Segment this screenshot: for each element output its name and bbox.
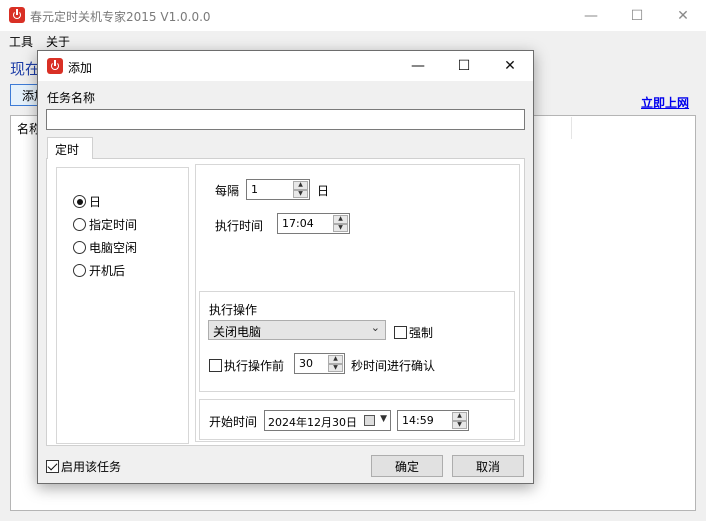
interval-value: 1: [251, 183, 258, 196]
main-window-title: 春元定时关机专家2015 V1.0.0.0: [30, 10, 211, 24]
start-time-picker[interactable]: 14:59 ▲ ▼: [397, 410, 469, 431]
stepper-buttons[interactable]: ▲ ▼: [328, 355, 343, 372]
power-app-icon: [9, 7, 25, 23]
start-time-group: 开始时间 2024年12月30日 ▼ 14:59 ▲ ▼: [199, 399, 515, 440]
confirm-before-label: 执行操作前: [224, 359, 285, 373]
interval-unit: 日: [317, 184, 330, 198]
radio-dot-icon[interactable]: [73, 264, 86, 277]
start-date-value: 2024年12月30日: [268, 416, 357, 429]
timer-tab-panel: 日 指定时间 电脑空闲 开机后 每隔 1 ▲ ▼ 日 执行时间 17:04 ▲ …: [46, 158, 525, 446]
minimize-icon[interactable]: —: [395, 51, 441, 81]
force-checkbox[interactable]: [394, 326, 407, 339]
interval-stepper[interactable]: 1 ▲ ▼: [246, 179, 310, 200]
radio-specific-time[interactable]: 指定时间: [73, 216, 137, 233]
close-icon[interactable]: ✕: [660, 0, 706, 31]
radio-idle[interactable]: 电脑空闲: [73, 239, 137, 256]
radio-daily[interactable]: 日: [73, 193, 101, 210]
radio-after-boot[interactable]: 开机后: [73, 262, 125, 279]
menu-about[interactable]: 关于: [46, 33, 70, 50]
down-arrow-icon[interactable]: ▼: [333, 223, 348, 232]
exec-time-picker[interactable]: 17:04 ▲ ▼: [277, 213, 350, 234]
calendar-icon[interactable]: [364, 415, 375, 426]
enable-task-checkbox[interactable]: [46, 460, 59, 473]
down-arrow-icon[interactable]: ▼: [293, 189, 308, 198]
confirm-before-checkbox[interactable]: [209, 359, 222, 372]
start-time-label: 开始时间: [209, 415, 258, 429]
enable-task-checkbox-row[interactable]: 启用该任务: [46, 458, 121, 475]
radio-dot-icon[interactable]: [73, 241, 86, 254]
stepper-buttons[interactable]: ▲ ▼: [452, 412, 467, 429]
frequency-group: 日 指定时间 电脑空闲 开机后: [56, 167, 189, 444]
ok-button[interactable]: 确定: [371, 455, 443, 477]
up-arrow-icon[interactable]: ▲: [452, 412, 467, 421]
add-task-dialog: 添加 — ☐ ✕ 任务名称 定时 日 指定时间 电脑空闲 开机后 每隔 1 ▲ …: [37, 50, 534, 484]
force-checkbox-row[interactable]: 强制: [394, 324, 433, 341]
start-time-value: 14:59: [402, 414, 434, 427]
up-arrow-icon[interactable]: ▲: [333, 215, 348, 224]
confirm-suffix: 秒时间进行确认: [351, 359, 436, 373]
radio-label: 指定时间: [89, 218, 138, 232]
radio-dot-icon[interactable]: [73, 195, 86, 208]
radio-label: 电脑空闲: [89, 241, 138, 255]
stepper-buttons[interactable]: ▲ ▼: [293, 181, 308, 198]
action-group: 执行操作 关闭电脑 ⌄ 强制 执行操作前 30 ▲ ▼ 秒时间进行确认: [199, 291, 515, 392]
radio-label: 开机后: [89, 264, 126, 278]
action-select[interactable]: 关闭电脑 ⌄: [208, 320, 386, 340]
radio-label: 日: [89, 195, 102, 209]
current-time-heading: 现在: [10, 60, 41, 78]
close-icon[interactable]: ✕: [487, 51, 533, 81]
confirm-seconds-stepper[interactable]: 30 ▲ ▼: [294, 353, 345, 374]
confirm-before-checkbox-row[interactable]: 执行操作前: [209, 357, 284, 374]
stepper-buttons[interactable]: ▲ ▼: [333, 215, 348, 232]
up-arrow-icon[interactable]: ▲: [293, 181, 308, 190]
exec-time-value: 17:04: [282, 217, 314, 230]
action-group-label: 执行操作: [209, 303, 258, 317]
force-label: 强制: [409, 326, 434, 340]
confirm-seconds-value: 30: [299, 357, 313, 370]
task-name-input[interactable]: [46, 109, 525, 130]
column-separator: [571, 117, 572, 139]
go-online-link[interactable]: 立即上网: [641, 94, 689, 111]
task-name-label: 任务名称: [47, 91, 96, 105]
maximize-icon[interactable]: ☐: [614, 0, 660, 31]
main-title-bar: 春元定时关机专家2015 V1.0.0.0 — ☐ ✕: [0, 0, 706, 31]
start-date-picker[interactable]: 2024年12月30日 ▼: [264, 410, 391, 431]
interval-label: 每隔: [215, 184, 240, 198]
cancel-button[interactable]: 取消: [452, 455, 524, 477]
menu-tools[interactable]: 工具: [9, 33, 33, 50]
down-arrow-icon[interactable]: ▼: [328, 363, 343, 372]
tab-timer[interactable]: 定时: [47, 137, 93, 159]
up-arrow-icon[interactable]: ▲: [328, 355, 343, 364]
radio-dot-icon[interactable]: [73, 218, 86, 231]
chevron-down-icon[interactable]: ▼: [380, 414, 387, 424]
dialog-title-bar: 添加 — ☐ ✕: [38, 51, 533, 81]
dialog-title: 添加: [68, 61, 93, 75]
action-value: 关闭电脑: [213, 325, 262, 339]
minimize-icon[interactable]: —: [568, 0, 614, 31]
down-arrow-icon[interactable]: ▼: [452, 420, 467, 429]
enable-task-label: 启用该任务: [61, 460, 122, 474]
menu-bar: 工具 关于: [0, 31, 706, 51]
maximize-icon[interactable]: ☐: [441, 51, 487, 81]
exec-time-label: 执行时间: [215, 219, 264, 233]
power-app-icon: [47, 58, 63, 74]
schedule-settings-group: 每隔 1 ▲▼ 日 执行时间 17:04 ▲▼ 执行操作 关闭电脑 ⌄ 强制: [195, 164, 520, 442]
chevron-down-icon: ⌄: [370, 321, 380, 334]
